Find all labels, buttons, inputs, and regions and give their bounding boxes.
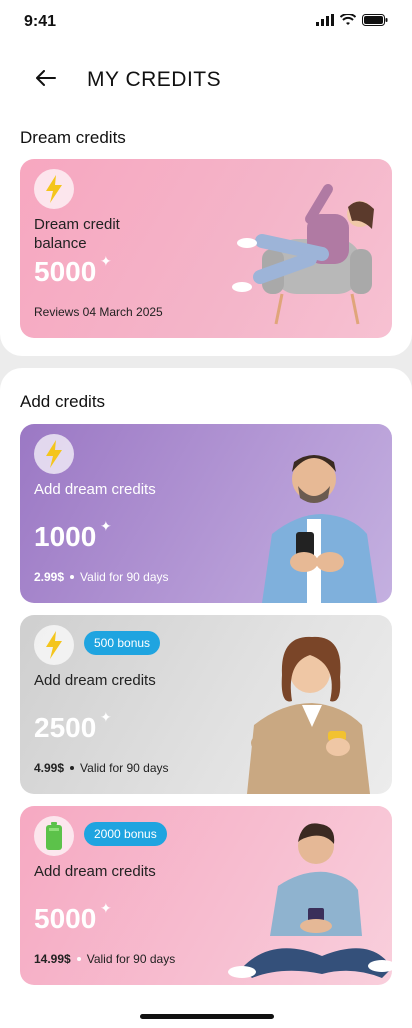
status-time: 9:41 xyxy=(24,13,57,30)
card-label: Add dream credits xyxy=(34,672,156,689)
validity: Valid for 90 days xyxy=(80,761,169,775)
signal-icon xyxy=(316,14,334,26)
credit-package-card-2500[interactable]: 500 bonus Add dream credits 2500 ✦ 4.99$… xyxy=(20,615,392,794)
lightning-icon-badge xyxy=(34,169,74,209)
price: 4.99$ xyxy=(34,761,65,775)
card-footer: 2.99$ Valid for 90 days xyxy=(34,570,169,584)
price: 14.99$ xyxy=(34,952,71,966)
card-label: Dream credit balance xyxy=(34,216,120,252)
review-date: Reviews 04 March 2025 xyxy=(34,305,163,319)
woman-pointing-image xyxy=(247,636,370,794)
separator-dot xyxy=(76,957,81,961)
wifi-icon xyxy=(340,14,356,25)
man-sitting-with-phone-image xyxy=(228,823,392,978)
header: MY CREDITS xyxy=(0,44,412,114)
validity: Valid for 90 days xyxy=(86,952,176,966)
man-with-phone-image xyxy=(262,455,377,603)
home-indicator xyxy=(140,1014,274,1019)
price: 2.99$ xyxy=(34,570,65,584)
credit-amount: 2500 xyxy=(34,712,97,743)
separator-dot xyxy=(70,766,75,770)
lightning-icon xyxy=(46,631,62,659)
bonus-badge: 2000 bonus xyxy=(84,822,167,846)
credit-package-card-5000[interactable]: 2000 bonus Add dream credits 5000 ✦ 14.9… xyxy=(20,806,392,985)
dream-credits-section: Dream credits Dream credit balance 5000 … xyxy=(0,114,412,356)
bonus-badge: 500 bonus xyxy=(84,631,161,655)
section-title-dream-credits: Dream credits xyxy=(20,128,126,147)
sparkle-icon: ✦ xyxy=(100,900,112,916)
credit-package-card-1000[interactable]: Add dream credits 1000 ✦ 2.99$ Valid for… xyxy=(20,424,392,603)
card-footer: 14.99$ Valid for 90 days xyxy=(34,952,175,966)
sparkle-icon: ✦ xyxy=(100,253,112,269)
lightning-icon-badge xyxy=(34,625,74,665)
status-bar: 9:41 xyxy=(0,0,412,44)
back-button[interactable] xyxy=(30,64,62,92)
add-credits-section: Add credits Add dream credits 1000 ✦ 2.9… xyxy=(0,368,412,1028)
page-title: MY CREDITS xyxy=(87,68,222,91)
credit-amount: 5000 xyxy=(34,256,97,287)
battery-status-icon xyxy=(362,14,388,26)
lightning-icon xyxy=(46,440,62,468)
dream-credit-balance-card: Dream credit balance 5000 ✦ Reviews 04 M… xyxy=(20,159,392,338)
card-label: Add dream credits xyxy=(34,863,156,880)
card-footer: Reviews 04 March 2025 xyxy=(34,305,163,319)
lightning-icon-badge xyxy=(34,434,74,474)
back-arrow-icon xyxy=(36,70,56,86)
card-label: Add dream credits xyxy=(34,481,156,498)
credit-amount: 5000 xyxy=(34,903,97,934)
card-footer: 4.99$ Valid for 90 days xyxy=(34,761,169,775)
lightning-icon xyxy=(46,175,62,203)
sparkle-icon: ✦ xyxy=(100,709,112,725)
battery-icon xyxy=(46,822,62,850)
section-title-add-credits: Add credits xyxy=(20,392,106,411)
validity: Valid for 90 days xyxy=(80,570,169,584)
separator-dot xyxy=(70,575,75,579)
woman-in-armchair-image xyxy=(232,184,374,325)
sparkle-icon: ✦ xyxy=(100,518,112,534)
status-icons xyxy=(316,14,388,26)
credit-amount: 1000 xyxy=(34,521,97,552)
battery-icon-badge xyxy=(34,816,74,856)
